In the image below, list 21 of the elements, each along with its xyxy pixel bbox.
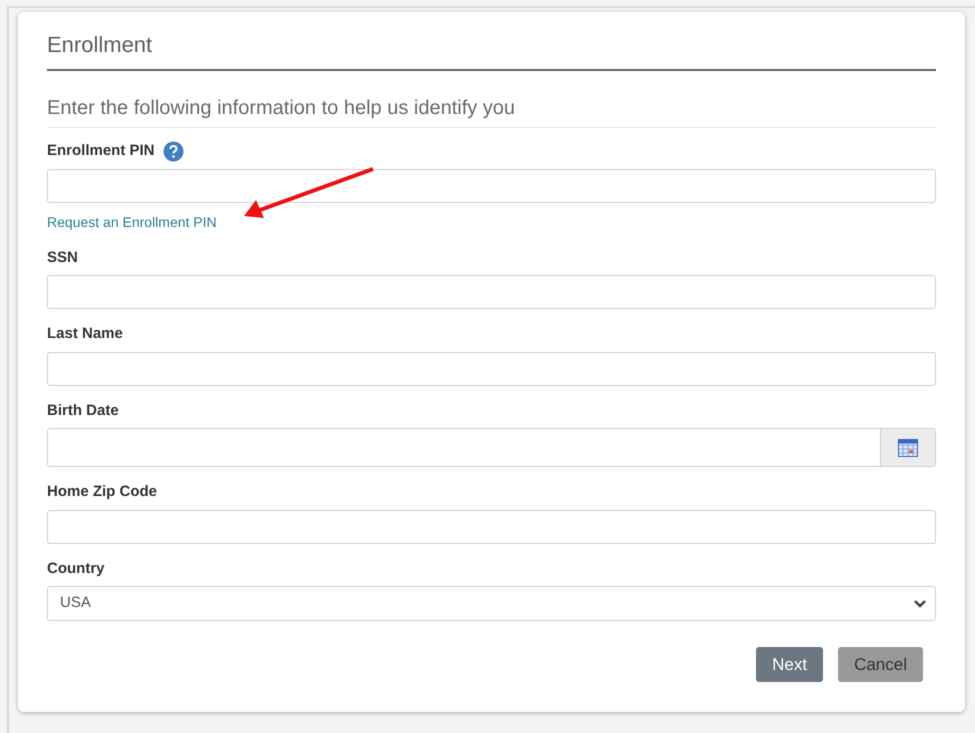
country-select[interactable]: USA xyxy=(47,586,936,621)
calendar-button[interactable] xyxy=(880,429,935,466)
text-field[interactable] xyxy=(47,275,936,309)
date-field[interactable] xyxy=(47,428,936,467)
page-title: Enrollment xyxy=(47,28,936,71)
field-label: Enrollment PIN xyxy=(47,141,155,161)
section-heading: Enter the following information to help us identify you xyxy=(47,93,936,128)
field-label: Home Zip Code xyxy=(47,482,158,502)
next-button[interactable]: Next xyxy=(756,647,824,682)
text-field[interactable] xyxy=(47,510,936,544)
help-icon[interactable] xyxy=(162,140,184,162)
request-pin-link[interactable]: Request an Enrollment PIN xyxy=(47,212,217,232)
field-label: Country xyxy=(47,558,104,578)
chevron-down-icon xyxy=(913,599,927,608)
field-label: Birth Date xyxy=(47,400,119,420)
text-field[interactable] xyxy=(47,168,936,202)
calendar-icon xyxy=(898,438,918,456)
text-field[interactable] xyxy=(47,352,936,386)
cancel-button[interactable]: Cancel xyxy=(838,647,923,682)
field-label: Last Name xyxy=(47,324,123,344)
field-label: SSN xyxy=(47,248,78,268)
